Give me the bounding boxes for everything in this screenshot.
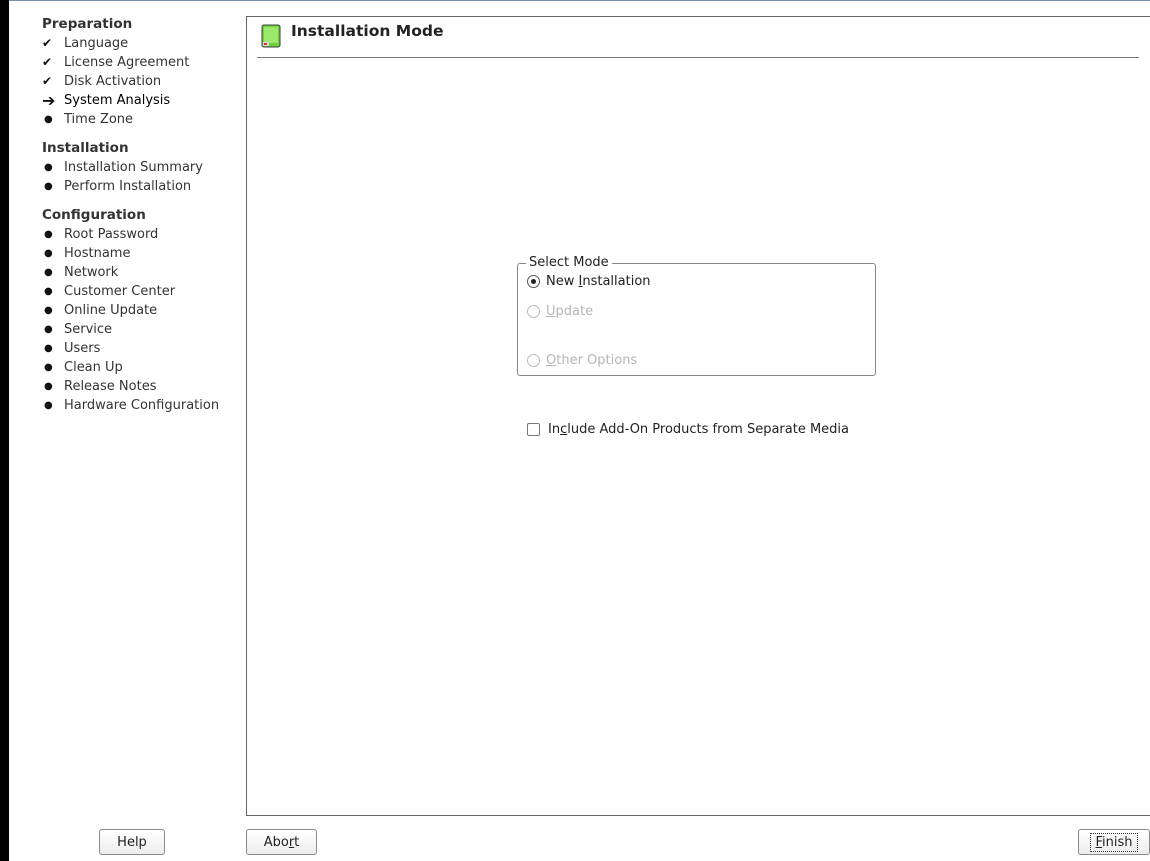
finish-button-label: Finish	[1090, 832, 1138, 852]
step-label: Network	[64, 265, 119, 280]
step-label: Perform Installation	[64, 179, 192, 194]
step-customer-center: ● Customer Center	[42, 282, 242, 301]
help-button-label: Help	[117, 834, 147, 850]
section-title: Installation	[42, 140, 129, 156]
bullet-icon: ●	[44, 229, 53, 240]
bullet-icon: ●	[44, 362, 53, 373]
step-hardware-configuration: ● Hardware Configuration	[42, 396, 242, 415]
bullet-icon: ●	[44, 381, 53, 392]
include-addon-label: Include Add-On Products from Separate Me…	[548, 422, 849, 437]
step-clean-up: ● Clean Up	[42, 358, 242, 377]
abort-button-label: Abort	[263, 834, 300, 850]
bullet-icon: ●	[44, 400, 53, 411]
step-label: Hardware Configuration	[64, 398, 220, 413]
installation-steps-sidebar: Preparation ✔ Language ✔ License Agreement…	[42, 15, 242, 415]
step-hostname: ● Hostname	[42, 244, 242, 263]
radio-label: Other Options	[546, 353, 638, 368]
content-panel: Installation Mode Select Mode New Instal…	[246, 16, 1150, 816]
radio-new-installation[interactable]: New Installation	[527, 274, 651, 289]
arrow-right-icon: ➔	[42, 91, 56, 110]
sidebar-section-installation: Installation ● Installation Summary ● Perf…	[42, 139, 242, 196]
step-network: ● Network	[42, 263, 242, 282]
radio-update[interactable]: Update	[527, 304, 593, 319]
bullet-icon: ●	[44, 286, 53, 297]
step-label: Root Password	[64, 227, 159, 242]
radio-other-options[interactable]: Other Options	[527, 353, 637, 368]
radio-button-disabled[interactable]	[527, 305, 540, 318]
step-installation-summary: ● Installation Summary	[42, 158, 242, 177]
select-mode-legend: Select Mode	[526, 255, 612, 271]
step-label: Online Update	[64, 303, 158, 318]
step-users: ● Users	[42, 339, 242, 358]
sidebar-section-preparation: Preparation ✔ Language ✔ License Agreement…	[42, 15, 242, 129]
step-language: ✔ Language	[42, 34, 242, 53]
select-mode-frame: Select Mode New Installation Update Othe…	[517, 255, 876, 376]
page-title: Installation Mode	[291, 22, 444, 40]
step-label: Users	[64, 341, 101, 356]
step-online-update: ● Online Update	[42, 301, 242, 320]
radio-label: New Installation	[546, 274, 651, 289]
bullet-icon: ●	[44, 248, 53, 259]
bullet-icon: ●	[44, 343, 53, 354]
radio-button-checked[interactable]	[527, 275, 540, 288]
step-label: License Agreement	[64, 55, 190, 70]
step-label: Installation Summary	[64, 160, 203, 175]
step-label: Language	[64, 36, 129, 51]
step-label: Customer Center	[64, 284, 176, 299]
step-label: Release Notes	[64, 379, 157, 394]
finish-button[interactable]: Finish	[1078, 829, 1150, 855]
radio-button-disabled[interactable]	[527, 354, 540, 367]
checkmark-icon: ✔	[42, 36, 53, 50]
help-button[interactable]: Help	[99, 829, 165, 855]
step-label: Hostname	[64, 246, 131, 261]
step-root-password: ● Root Password	[42, 225, 242, 244]
section-title: Preparation	[42, 16, 133, 32]
include-addon-checkbox-row[interactable]: Include Add-On Products from Separate Me…	[527, 422, 849, 437]
bullet-icon: ●	[44, 181, 53, 192]
step-perform-installation: ● Perform Installation	[42, 177, 242, 196]
step-release-notes: ● Release Notes	[42, 377, 242, 396]
checkmark-icon: ✔	[42, 74, 53, 88]
bullet-icon: ●	[44, 324, 53, 335]
step-label: System Analysis	[64, 93, 171, 108]
bullet-icon: ●	[44, 305, 53, 316]
step-label: Service	[64, 322, 113, 337]
bullet-icon: ●	[44, 114, 53, 125]
step-license-agreement: ✔ License Agreement	[42, 53, 242, 72]
sidebar-section-configuration: Configuration ● Root Password ● Hostname ●…	[42, 206, 242, 415]
checkmark-icon: ✔	[42, 55, 53, 69]
include-addon-checkbox[interactable]	[527, 423, 540, 436]
installation-mode-icon	[261, 24, 281, 48]
step-label: Clean Up	[64, 360, 123, 375]
title-separator	[257, 57, 1139, 58]
step-time-zone: ● Time Zone	[42, 110, 242, 129]
step-disk-activation: ✔ Disk Activation	[42, 72, 242, 91]
window-left-edge	[0, 0, 9, 861]
radio-label: Update	[546, 304, 594, 319]
bullet-icon: ●	[44, 162, 53, 173]
section-title: Configuration	[42, 207, 146, 223]
step-system-analysis: ➔ System Analysis	[42, 91, 242, 110]
step-label: Disk Activation	[64, 74, 162, 89]
step-label: Time Zone	[64, 112, 134, 127]
window-top-edge	[9, 0, 1150, 1]
abort-button[interactable]: Abort	[246, 829, 317, 855]
step-service: ● Service	[42, 320, 242, 339]
bullet-icon: ●	[44, 267, 53, 278]
